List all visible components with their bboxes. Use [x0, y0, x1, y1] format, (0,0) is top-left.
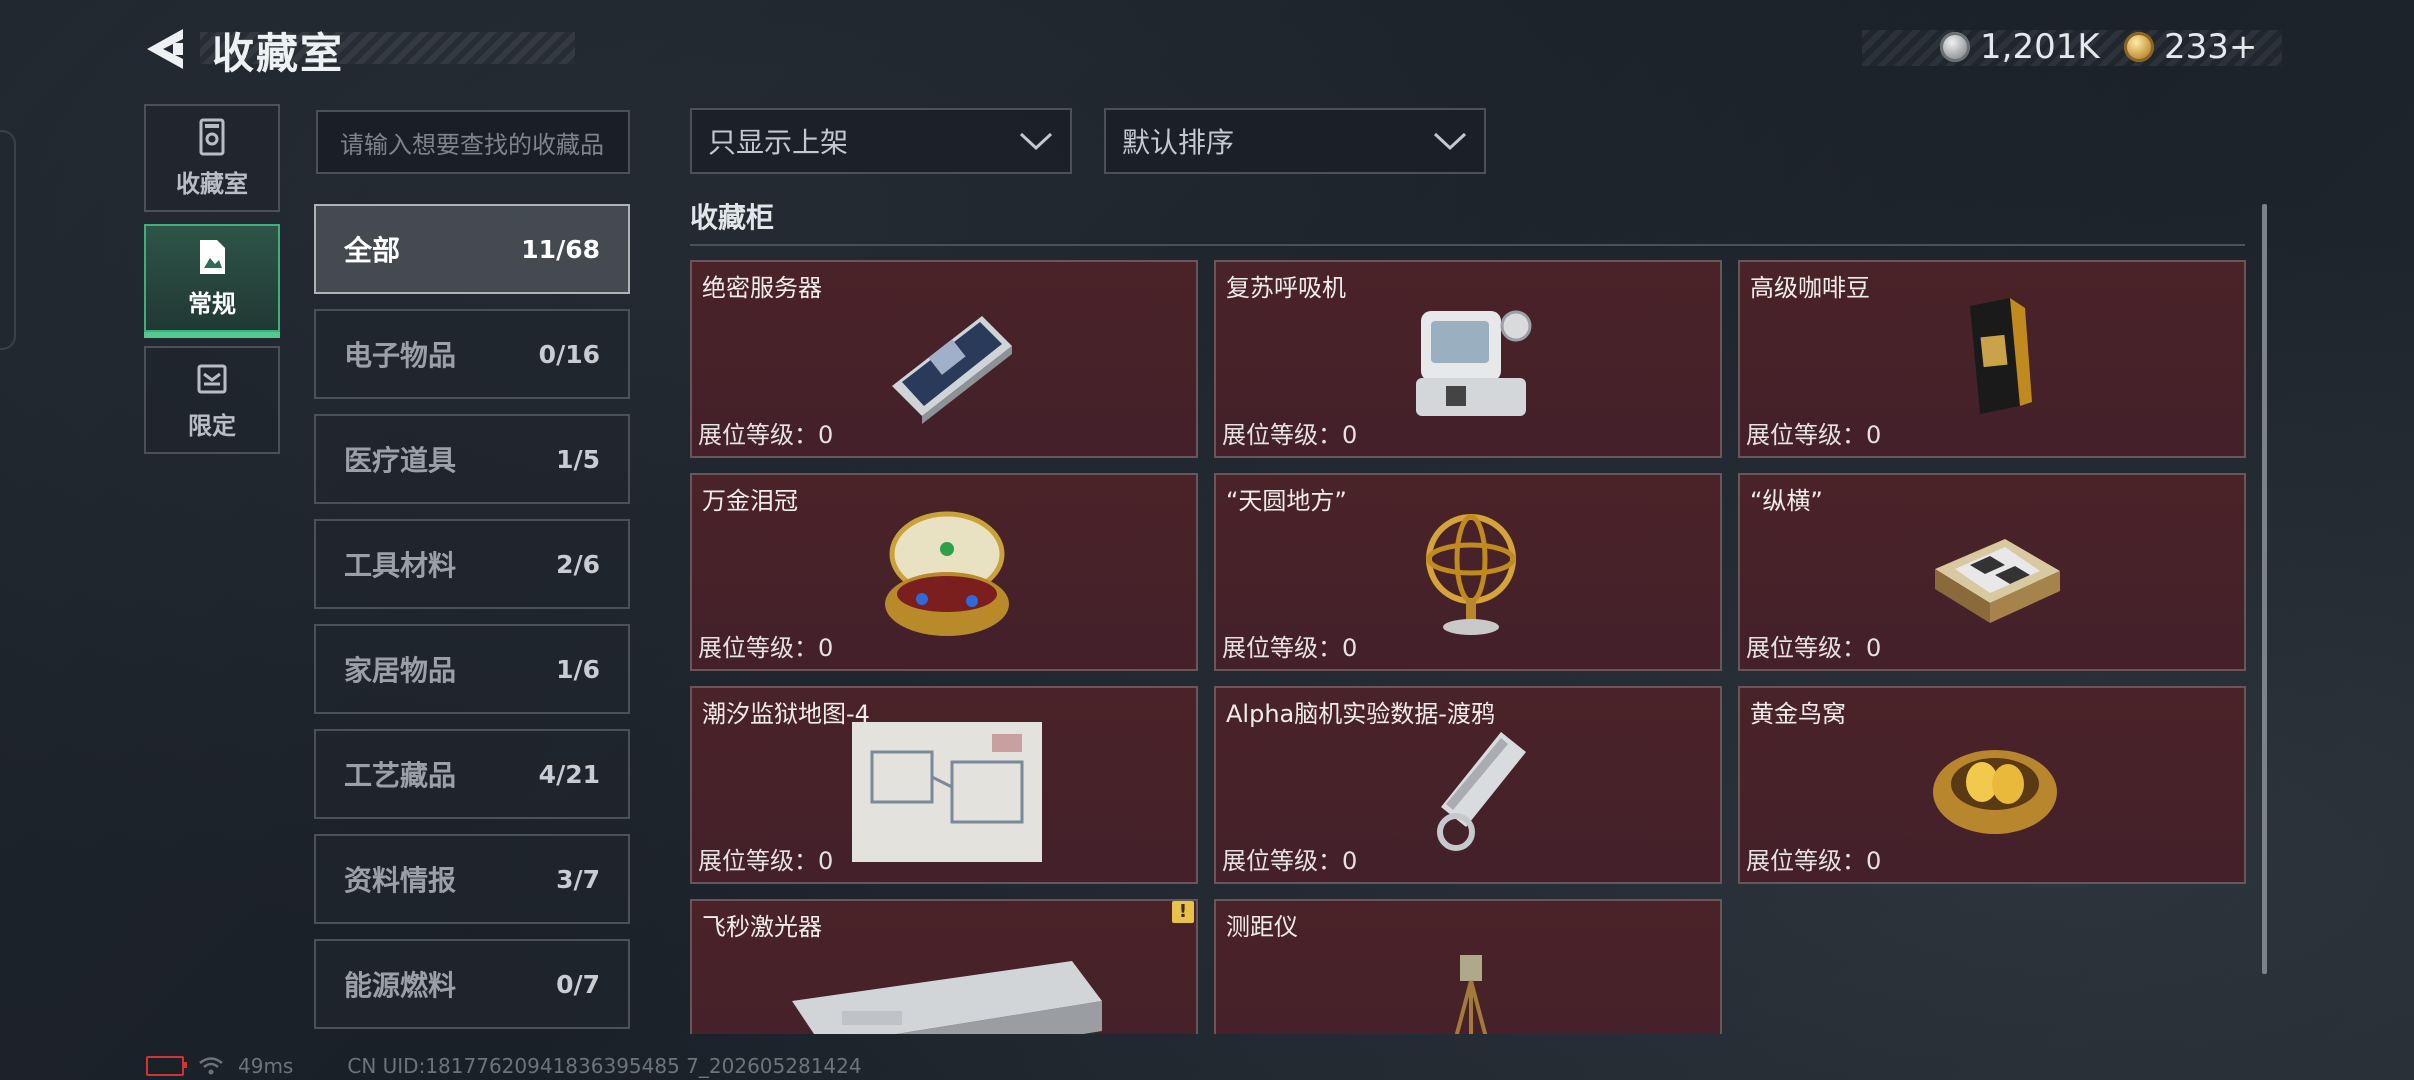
currency-silver-value: 1,201K: [1980, 27, 2100, 67]
collection-card[interactable]: 高级咖啡豆 展位等级：0: [1738, 260, 2246, 458]
card-title: 复苏呼吸机: [1226, 274, 1346, 302]
category-count: 0/7: [556, 969, 600, 999]
category-intel[interactable]: 资料情报 3/7: [314, 834, 630, 924]
category-count: 0/16: [538, 339, 600, 369]
silver-coin-icon: [1940, 32, 1970, 62]
collection-card[interactable]: Alpha脑机实验数据-渡鸦 展位等级：0: [1214, 686, 1722, 884]
card-level: 展位等级：0: [698, 421, 834, 449]
category-count: 2/6: [556, 549, 600, 579]
coffee-bag-icon: [1970, 298, 2032, 414]
nav-item-regular[interactable]: 常规: [144, 224, 280, 338]
currency-gold-value: 233+: [2164, 27, 2258, 67]
collection-card[interactable]: 绝密服务器 展位等级：0: [690, 260, 1198, 458]
nav-item-limited[interactable]: 限定: [144, 346, 280, 454]
chessboard-icon: [1935, 539, 2060, 623]
sort-value: 默认排序: [1122, 126, 1235, 159]
card-title: 万金泪冠: [702, 487, 798, 515]
nav-item-collection-room[interactable]: 收藏室: [144, 104, 280, 212]
page-title: 收藏室: [212, 29, 345, 78]
card-title: 高级咖啡豆: [1750, 274, 1870, 302]
category-count: 1/6: [556, 654, 600, 684]
nav-label: 限定: [188, 411, 236, 440]
document-icon: [200, 239, 225, 274]
nav-label: 常规: [188, 289, 236, 318]
gold-coin-icon: [2124, 32, 2154, 62]
prison-map-icon: [852, 722, 1042, 862]
category-electronics[interactable]: 电子物品 0/16: [314, 309, 630, 399]
card-level: 展位等级：0: [1746, 847, 1882, 875]
back-button[interactable]: [140, 22, 190, 76]
card-level: 展位等级：0: [698, 847, 834, 875]
armillary-sphere-icon: [1426, 514, 1516, 635]
chevron-down-icon: [1433, 132, 1467, 151]
collection-card[interactable]: 测距仪: [1214, 899, 1722, 1034]
category-name: 全部: [344, 234, 401, 267]
category-medical[interactable]: 医疗道具 1/5: [314, 414, 630, 504]
category-name: 工具材料: [344, 549, 457, 582]
warning-badge: !: [1172, 901, 1194, 923]
display-filter-dropdown[interactable]: 只显示上架: [690, 108, 1072, 174]
scrollbar[interactable]: [2262, 204, 2267, 974]
uid-text: CN UID:18177620941836395485 7_2026052814…: [347, 1054, 862, 1078]
jeweled-egg-icon: [885, 511, 1009, 636]
category-energy[interactable]: 能源燃料 0/7: [314, 939, 630, 1029]
data-drive-icon: [1437, 732, 1526, 851]
back-arrow-icon: [147, 29, 183, 69]
collection-card[interactable]: 飞秒激光器 !: [690, 899, 1198, 1034]
ventilator-icon: [1416, 310, 1532, 416]
wifi-icon: [199, 1057, 223, 1075]
currency-silver[interactable]: 1,201K: [1940, 24, 2100, 70]
category-name: 能源燃料: [344, 969, 457, 1002]
card-level: 展位等级：0: [1222, 634, 1358, 662]
server-icon: [892, 316, 1012, 424]
collection-card[interactable]: 万金泪冠 展位等级：0: [690, 473, 1198, 671]
currency-gold[interactable]: 233+: [2124, 24, 2257, 70]
chevron-down-icon: [1019, 132, 1053, 151]
section-title: 收藏柜: [690, 201, 775, 234]
card-level: 展位等级：0: [698, 634, 834, 662]
category-name: 工艺藏品: [344, 759, 457, 792]
category-count: 3/7: [556, 864, 600, 894]
nav-label: 收藏室: [176, 169, 248, 198]
category-count: 1/5: [556, 444, 600, 474]
limited-icon: [197, 364, 227, 393]
category-count: 11/68: [521, 234, 600, 264]
card-level: 展位等级：0: [1746, 421, 1882, 449]
search-input[interactable]: 请输入想要查找的收藏品: [316, 110, 630, 174]
category-all[interactable]: 全部 11/68: [314, 204, 630, 294]
card-level: 展位等级：0: [1222, 421, 1358, 449]
ping-value: 49ms: [238, 1054, 294, 1078]
side-pull-tab[interactable]: [0, 130, 16, 350]
card-level: 展位等级：0: [1222, 847, 1358, 875]
category-tools[interactable]: 工具材料 2/6: [314, 519, 630, 609]
status-footer: 49ms CN UID:18177620941836395485 7_20260…: [146, 1054, 862, 1078]
collection-card[interactable]: “天圆地方” 展位等级：0: [1214, 473, 1722, 671]
category-name: 资料情报: [344, 864, 457, 897]
collection-card[interactable]: 复苏呼吸机 展位等级：0: [1214, 260, 1722, 458]
golden-nest-icon: [1933, 750, 2057, 834]
card-title: 测距仪: [1226, 913, 1298, 941]
category-name: 家居物品: [344, 654, 457, 687]
display-filter-value: 只显示上架: [708, 126, 849, 159]
category-crafts[interactable]: 工艺藏品 4/21: [314, 729, 630, 819]
card-title: 黄金鸟窝: [1750, 700, 1846, 728]
collection-card[interactable]: 黄金鸟窝 展位等级：0: [1738, 686, 2246, 884]
card-title: 绝密服务器: [702, 274, 822, 302]
collection-card[interactable]: 潮汐监狱地图-4 展位等级：0: [690, 686, 1198, 884]
card-title: “纵横”: [1750, 487, 1823, 515]
card-title: “天圆地方”: [1226, 487, 1347, 515]
collection-card[interactable]: “纵横” 展位等级：0: [1738, 473, 2246, 671]
category-name: 医疗道具: [344, 444, 457, 477]
battery-icon: [146, 1056, 187, 1076]
vault-icon: [199, 118, 225, 155]
category-name: 电子物品: [344, 339, 457, 372]
sort-dropdown[interactable]: 默认排序: [1104, 108, 1486, 174]
section-divider: [690, 244, 2245, 246]
rangefinder-tripod-icon: [1454, 955, 1488, 1034]
card-level: 展位等级：0: [1746, 634, 1882, 662]
femtosecond-laser-icon: [792, 961, 1102, 1034]
category-count: 4/21: [538, 759, 600, 789]
collection-grid: 绝密服务器 展位等级：0 复苏呼吸机 展位等级：0 高级咖啡豆 展位等级：0 万: [690, 258, 2250, 1034]
category-household[interactable]: 家居物品 1/6: [314, 624, 630, 714]
